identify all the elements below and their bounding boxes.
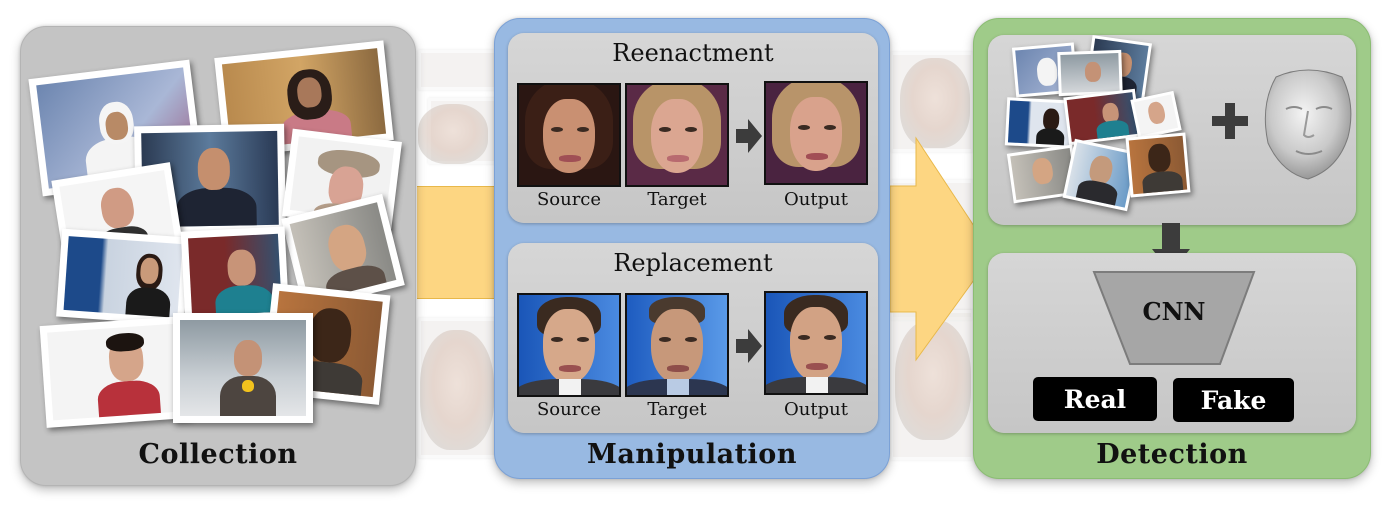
- fake-output-label: Fake: [1173, 378, 1294, 422]
- cnn-label: CNN: [1142, 297, 1206, 326]
- replacement-output-face: [764, 291, 868, 395]
- manipulation-panel: Reenactment Source Target Output Replace…: [494, 18, 890, 479]
- collection-photo: [56, 228, 190, 326]
- replacement-output-label: Output: [784, 399, 848, 420]
- 3d-face-model-icon: [1264, 69, 1352, 180]
- replacement-source-label: Source: [536, 399, 602, 420]
- input-photo: [1057, 49, 1123, 97]
- replacement-subpanel: Replacement Source Target Output: [508, 243, 878, 433]
- collection-photo: [173, 313, 313, 423]
- real-output-label: Real: [1033, 377, 1157, 421]
- reenactment-subpanel: Reenactment Source Target Output: [508, 33, 878, 223]
- detection-classifier-subpanel: CNN Real Fake: [988, 253, 1356, 433]
- reenactment-output-face: [764, 81, 868, 185]
- detection-panel: CNN Real Fake Detection: [973, 18, 1371, 479]
- manipulation-title: Manipulation: [587, 439, 797, 470]
- reenactment-source-label: Source: [536, 189, 602, 210]
- input-photo: [1125, 132, 1191, 198]
- replacement-target-label: Target: [647, 399, 707, 420]
- reenactment-arrow-icon: [736, 119, 762, 153]
- replacement-arrow-icon: [736, 329, 762, 363]
- reenactment-target-face: [625, 83, 729, 187]
- flow-arrow-manipulation-to-detection: [890, 136, 975, 362]
- reenactment-target-label: Target: [647, 189, 707, 210]
- reenactment-title: Reenactment: [612, 39, 774, 67]
- collection-panel: Collection: [20, 26, 416, 486]
- collection-photo: [39, 316, 191, 428]
- input-photo: [1130, 90, 1182, 140]
- replacement-source-face: [517, 293, 621, 397]
- detection-title: Detection: [1096, 439, 1248, 470]
- reenactment-output-label: Output: [784, 189, 848, 210]
- plus-icon: [1212, 103, 1248, 139]
- detection-input-subpanel: [988, 35, 1356, 225]
- reenactment-source-face: [517, 83, 621, 187]
- replacement-title: Replacement: [613, 249, 773, 277]
- replacement-target-face: [625, 293, 729, 397]
- flow-arrow-collection-to-manipulation: [417, 186, 495, 299]
- collection-title: Collection: [138, 439, 298, 470]
